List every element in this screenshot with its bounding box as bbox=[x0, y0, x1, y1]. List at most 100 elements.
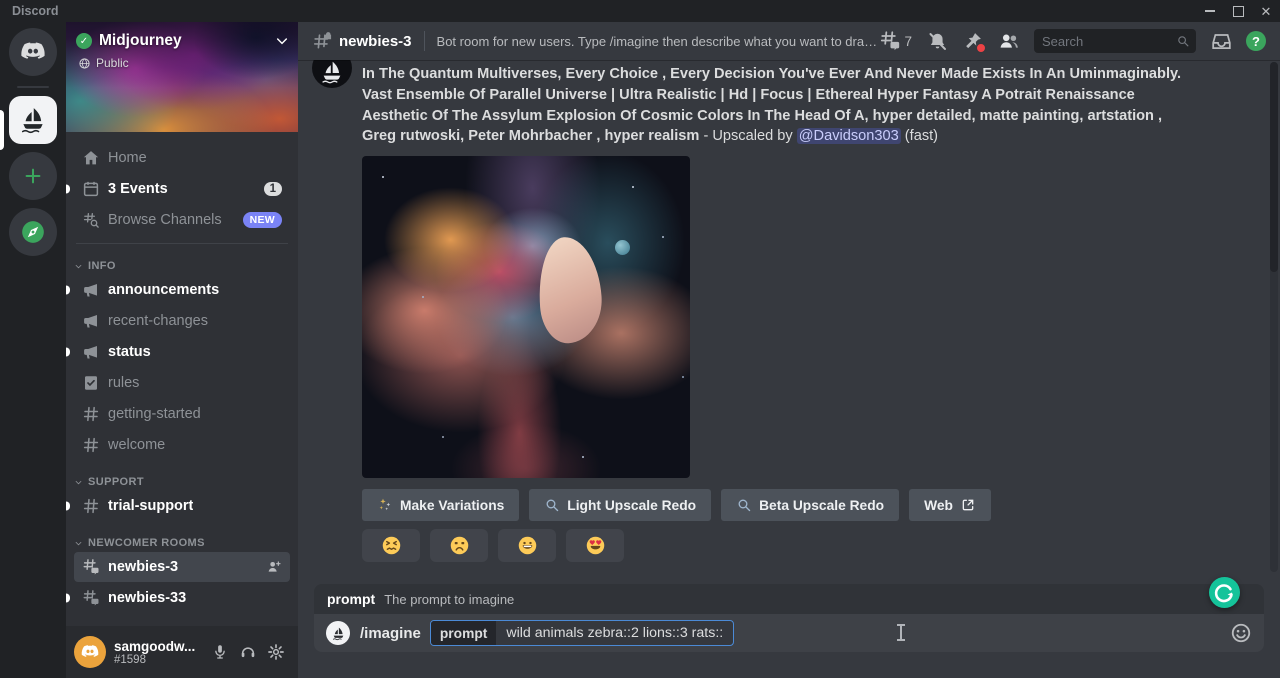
deafen-button[interactable] bbox=[234, 638, 262, 666]
reaction-grinning-face[interactable] bbox=[498, 529, 556, 562]
chevron-down-icon bbox=[74, 262, 83, 271]
sidebar-item-events[interactable]: 3 Events 1 bbox=[74, 174, 290, 204]
sidebar-item-browse-channels[interactable]: Browse Channels NEW bbox=[74, 205, 290, 235]
hash-thread-icon bbox=[82, 589, 100, 607]
sidebar-item-label: 3 Events bbox=[108, 181, 168, 197]
add-server-button[interactable] bbox=[9, 152, 57, 200]
emoji-picker-button[interactable] bbox=[1230, 622, 1252, 644]
chevron-down-icon[interactable] bbox=[274, 33, 290, 49]
section-header-newcomer-rooms[interactable]: NEWCOMER ROOMS bbox=[74, 537, 290, 549]
member-list-button[interactable] bbox=[998, 30, 1020, 52]
option-description: The prompt to imagine bbox=[384, 592, 514, 607]
members-icon bbox=[998, 30, 1020, 52]
section-header-info[interactable]: INFO bbox=[74, 260, 290, 272]
channel-recent-changes[interactable]: recent-changes bbox=[74, 306, 290, 336]
search-input[interactable] bbox=[1040, 33, 1176, 50]
channel-topic[interactable]: Bot room for new users. Type /imagine th… bbox=[437, 34, 880, 49]
scrollbar-thumb[interactable] bbox=[1270, 62, 1278, 272]
question-mark-icon: ? bbox=[1252, 34, 1260, 49]
make-variations-button[interactable]: Make Variations bbox=[362, 489, 519, 521]
button-label: Web bbox=[924, 498, 953, 513]
channel-welcome[interactable]: welcome bbox=[74, 430, 290, 460]
section-header-support[interactable]: SUPPORT bbox=[74, 476, 290, 488]
fast-mode-text: (fast) bbox=[901, 128, 938, 144]
user-info[interactable]: samgoodw... #1598 bbox=[114, 639, 195, 666]
user-avatar[interactable] bbox=[74, 636, 106, 668]
unread-indicator bbox=[66, 502, 70, 511]
channel-newbies-3[interactable]: newbies-3 bbox=[74, 552, 290, 582]
slash-command-hint[interactable]: prompt The prompt to imagine bbox=[314, 584, 1264, 614]
server-header[interactable]: ✓ Midjourney bbox=[76, 32, 290, 50]
magnifier-icon bbox=[736, 497, 752, 513]
headphones-icon bbox=[239, 643, 257, 661]
unread-indicator bbox=[66, 594, 70, 603]
button-label: Beta Upscale Redo bbox=[759, 498, 884, 513]
explore-servers-button[interactable] bbox=[9, 208, 57, 256]
threads-count: 7 bbox=[904, 34, 912, 49]
pinned-messages-button[interactable] bbox=[962, 30, 984, 52]
reaction-disappointed-face[interactable] bbox=[430, 529, 488, 562]
megaphone-icon bbox=[82, 343, 100, 361]
user-mention[interactable]: @Davidson303 bbox=[797, 128, 901, 144]
browse-channels-icon bbox=[82, 211, 100, 229]
window-controls: ✕ bbox=[1196, 0, 1280, 22]
reaction-confounded-face[interactable] bbox=[362, 529, 420, 562]
bell-muted-icon bbox=[927, 31, 948, 52]
reaction-heart-eyes-face[interactable] bbox=[566, 529, 624, 562]
reactions-row bbox=[362, 529, 1280, 562]
magnifier-icon bbox=[544, 497, 560, 513]
mute-mic-button[interactable] bbox=[206, 638, 234, 666]
search-box[interactable] bbox=[1034, 29, 1196, 53]
channel-name: status bbox=[108, 344, 151, 360]
sparkles-wand-icon bbox=[377, 497, 393, 513]
server-icon-midjourney[interactable] bbox=[9, 96, 57, 144]
megaphone-icon bbox=[82, 281, 100, 299]
sidebar-item-home[interactable]: Home bbox=[74, 143, 290, 173]
chat-area: newbies-3 Bot room for new users. Type /… bbox=[298, 22, 1280, 678]
option-label: prompt bbox=[431, 621, 497, 645]
command-option-pill[interactable]: prompt wild animals zebra::2 lions::3 ra… bbox=[430, 620, 734, 646]
chat-scrollbar[interactable] bbox=[1270, 62, 1278, 572]
threads-button[interactable]: 7 bbox=[879, 30, 912, 52]
bot-avatar[interactable] bbox=[312, 60, 352, 88]
web-button[interactable]: Web bbox=[909, 489, 991, 521]
channel-title: newbies-3 bbox=[339, 33, 412, 50]
channel-getting-started[interactable]: getting-started bbox=[74, 399, 290, 429]
sidebar-divider bbox=[76, 243, 288, 244]
close-button[interactable]: ✕ bbox=[1252, 0, 1280, 22]
user-actions bbox=[206, 638, 290, 666]
grammarly-badge[interactable] bbox=[1209, 577, 1240, 608]
channel-name: newbies-33 bbox=[108, 590, 186, 606]
user-discriminator: #1598 bbox=[114, 654, 195, 666]
minimize-button[interactable] bbox=[1196, 0, 1224, 22]
server-banner[interactable]: ✓ Midjourney Public bbox=[66, 22, 298, 132]
option-value[interactable]: wild animals zebra::2 lions::3 rats:: bbox=[496, 621, 733, 645]
section-label: INFO bbox=[88, 260, 116, 272]
message-image[interactable] bbox=[362, 156, 690, 478]
channel-rules[interactable]: rules bbox=[74, 368, 290, 398]
compass-icon bbox=[20, 219, 46, 245]
notification-settings-button[interactable] bbox=[926, 30, 948, 52]
slash-command: /imagine bbox=[360, 625, 421, 642]
message-input[interactable]: /imagine prompt wild animals zebra::2 li… bbox=[314, 614, 1264, 652]
light-upscale-redo-button[interactable]: Light Upscale Redo bbox=[529, 489, 711, 521]
invite-person-add-icon[interactable] bbox=[266, 559, 282, 575]
beta-upscale-redo-button[interactable]: Beta Upscale Redo bbox=[721, 489, 899, 521]
channel-name: newbies-3 bbox=[108, 559, 178, 575]
artwork-moon bbox=[615, 240, 630, 255]
home-button[interactable] bbox=[9, 28, 57, 76]
channel-newbies-33[interactable]: newbies-33 bbox=[74, 583, 290, 613]
window-titlebar: Discord ✕ bbox=[0, 0, 1280, 22]
chevron-down-icon bbox=[74, 478, 83, 487]
user-settings-button[interactable] bbox=[262, 638, 290, 666]
message-content: In The Quantum Multiverses, Every Choice… bbox=[362, 64, 1187, 147]
maximize-button[interactable] bbox=[1224, 0, 1252, 22]
help-button[interactable]: ? bbox=[1246, 31, 1266, 51]
channel-status[interactable]: status bbox=[74, 337, 290, 367]
text-cursor bbox=[900, 624, 902, 641]
channel-announcements[interactable]: announcements bbox=[74, 275, 290, 305]
globe-icon bbox=[78, 57, 91, 70]
username: samgoodw... bbox=[114, 639, 195, 654]
channel-trial-support[interactable]: trial-support bbox=[74, 491, 290, 521]
inbox-button[interactable] bbox=[1210, 30, 1232, 52]
